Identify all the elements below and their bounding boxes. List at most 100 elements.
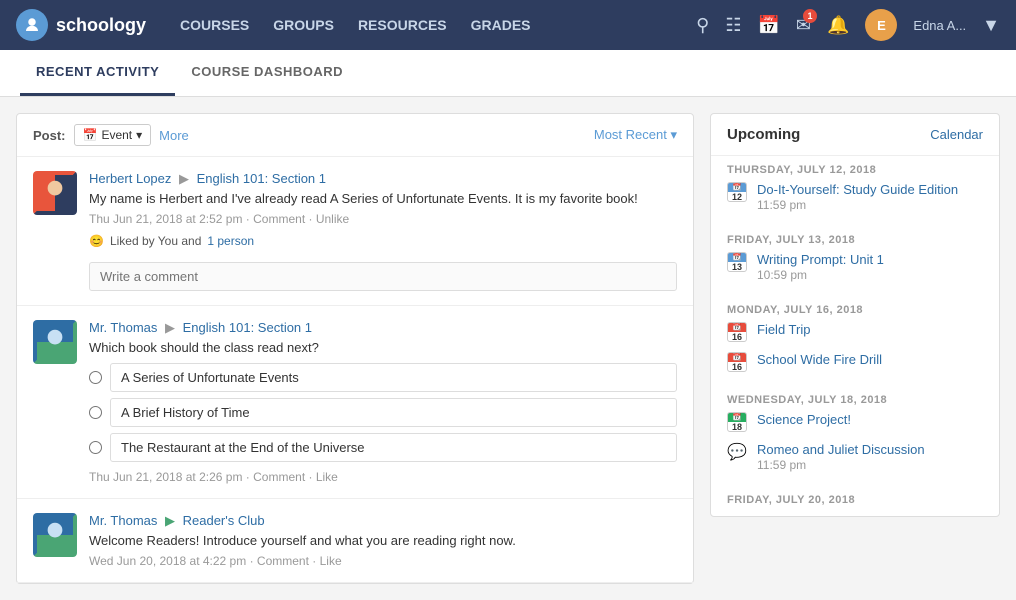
more-button[interactable]: More — [159, 128, 189, 143]
activity-top: Herbert Lopez ▶ English 101: Section 1 M… — [33, 171, 677, 291]
activity-meta: Mr. Thomas ▶ English 101: Section 1 — [89, 320, 677, 336]
poll-radio-1[interactable] — [89, 371, 102, 384]
event-name[interactable]: Do-It-Yourself: Study Guide Edition — [757, 182, 983, 197]
messages-icon[interactable]: ✉ 1 — [796, 15, 811, 36]
event-info: Field Trip — [757, 322, 983, 337]
avatar — [33, 171, 77, 215]
activity-text: Which book should the class read next? — [89, 340, 677, 355]
arrow-icon: ▶ — [165, 320, 175, 335]
date-section: FRIDAY, JULY 20, 2018 — [711, 486, 999, 516]
nav-groups[interactable]: GROUPS — [263, 11, 344, 39]
event-button[interactable]: 📅 Event ▾ — [74, 124, 152, 146]
post-controls: Post: 📅 Event ▾ More — [33, 124, 189, 146]
calendar-icon[interactable]: 📅 — [757, 15, 779, 36]
event-item: 📆 12 Do-It-Yourself: Study Guide Edition… — [727, 182, 983, 212]
arrow-icon: ▶ — [179, 171, 189, 186]
date-label: FRIDAY, JULY 13, 2018 — [727, 234, 983, 246]
poll-radio-3[interactable] — [89, 441, 102, 454]
notification-badge: 1 — [803, 9, 817, 23]
event-name[interactable]: Writing Prompt: Unit 1 — [757, 252, 983, 267]
event-name[interactable]: Field Trip — [757, 322, 983, 337]
activity-top: Mr. Thomas ▶ Reader's Club Welcome Reade… — [33, 513, 677, 568]
poll-option: The Restaurant at the End of the Univers… — [89, 433, 677, 462]
nav-grades[interactable]: GRADES — [461, 11, 541, 39]
course-link[interactable]: English 101: Section 1 — [183, 320, 312, 335]
dot-separator: · — [250, 554, 257, 568]
grid-icon[interactable]: ☷ — [725, 15, 741, 36]
user-name[interactable]: Edna A... — [913, 18, 966, 33]
notifications-icon[interactable]: 🔔 — [827, 15, 849, 36]
like-text: Liked by You and — [110, 234, 201, 248]
feed-header: Post: 📅 Event ▾ More Most Recent ▾ — [17, 114, 693, 157]
logo[interactable]: schoology — [16, 9, 146, 41]
like-link[interactable]: Like — [316, 470, 338, 484]
activity-time: Wed Jun 20, 2018 at 4:22 pm · Comment · … — [89, 554, 677, 568]
event-time: 11:59 pm — [757, 458, 983, 472]
like-emoji: 😊 — [89, 234, 104, 248]
comment-link[interactable]: Comment — [253, 470, 305, 484]
nav-resources[interactable]: RESOURCES — [348, 11, 457, 39]
feed-column: Post: 📅 Event ▾ More Most Recent ▾ — [16, 113, 694, 584]
date-section: THURSDAY, JULY 12, 2018 📆 12 Do-It-Yours… — [711, 156, 999, 226]
comment-input[interactable] — [89, 262, 677, 291]
event-info: Romeo and Juliet Discussion 11:59 pm — [757, 442, 983, 472]
event-item: 📆 16 Field Trip — [727, 322, 983, 342]
date-label: MONDAY, JULY 16, 2018 — [727, 304, 983, 316]
logo-icon — [16, 9, 48, 41]
like-link[interactable]: Like — [320, 554, 342, 568]
event-name[interactable]: Science Project! — [757, 412, 983, 427]
poll-radio-2[interactable] — [89, 406, 102, 419]
search-icon[interactable]: ⚲ — [696, 15, 709, 36]
unlike-link[interactable]: Unlike — [316, 212, 349, 226]
event-item: 📆 13 Writing Prompt: Unit 1 10:59 pm — [727, 252, 983, 282]
like-person-link[interactable]: 1 person — [207, 234, 254, 248]
calendar-small-icon: 📅 — [83, 128, 98, 142]
course-link[interactable]: English 101: Section 1 — [197, 171, 326, 186]
avatar — [33, 513, 77, 557]
date-label: THURSDAY, JULY 12, 2018 — [727, 164, 983, 176]
poll-option-label: A Series of Unfortunate Events — [110, 363, 677, 392]
poll-option: A Series of Unfortunate Events — [89, 363, 677, 392]
event-info: Science Project! — [757, 412, 983, 427]
date-label: FRIDAY, JULY 20, 2018 — [727, 494, 983, 506]
dot-separator2: · — [312, 554, 319, 568]
activity-text: Welcome Readers! Introduce yourself and … — [89, 533, 677, 548]
event-name[interactable]: School Wide Fire Drill — [757, 352, 983, 367]
discussion-bubble-icon: 💬 — [727, 442, 747, 462]
activity-meta: Mr. Thomas ▶ Reader's Club — [89, 513, 677, 529]
poll-option-label: The Restaurant at the End of the Univers… — [110, 433, 677, 462]
poll-options: A Series of Unfortunate Events A Brief H… — [89, 363, 677, 462]
like-row: 😊 Liked by You and 1 person — [89, 234, 677, 248]
calendar-link[interactable]: Calendar — [930, 127, 983, 142]
comment-link[interactable]: Comment — [253, 212, 305, 226]
right-column: Upcoming Calendar THURSDAY, JULY 12, 201… — [710, 113, 1000, 584]
calendar-event-icon: 📆 12 — [727, 182, 747, 202]
calendar-event-icon: 📆 16 — [727, 352, 747, 372]
post-label: Post: — [33, 128, 66, 143]
avatar[interactable]: E — [865, 9, 897, 41]
comment-link[interactable]: Comment — [257, 554, 309, 568]
activity-time: Thu Jun 21, 2018 at 2:26 pm · Comment · … — [89, 470, 677, 484]
activity-item: Mr. Thomas ▶ Reader's Club Welcome Reade… — [17, 499, 693, 583]
event-time: 11:59 pm — [757, 198, 983, 212]
poll-option: A Brief History of Time — [89, 398, 677, 427]
upcoming-title: Upcoming — [727, 126, 800, 143]
arrow-icon: ▶ — [165, 513, 179, 528]
author-link[interactable]: Mr. Thomas — [89, 513, 157, 528]
activity-item: Mr. Thomas ▶ English 101: Section 1 Whic… — [17, 306, 693, 499]
activity-content: Herbert Lopez ▶ English 101: Section 1 M… — [89, 171, 677, 291]
chevron-down-icon[interactable]: ▼ — [982, 15, 1000, 36]
author-link[interactable]: Herbert Lopez — [89, 171, 171, 186]
tabs-bar: RECENT ACTIVITY COURSE DASHBOARD — [0, 50, 1016, 97]
nav-courses[interactable]: COURSES — [170, 11, 259, 39]
course-link[interactable]: Reader's Club — [183, 513, 265, 528]
tab-recent-activity[interactable]: RECENT ACTIVITY — [20, 50, 175, 96]
tab-course-dashboard[interactable]: COURSE DASHBOARD — [175, 50, 359, 96]
avatar — [33, 320, 77, 364]
sort-button[interactable]: Most Recent ▾ — [594, 127, 677, 143]
event-name[interactable]: Romeo and Juliet Discussion — [757, 442, 983, 457]
activity-time: Thu Jun 21, 2018 at 2:52 pm · Comment · … — [89, 212, 677, 226]
author-link[interactable]: Mr. Thomas — [89, 320, 157, 335]
activity-content: Mr. Thomas ▶ English 101: Section 1 Whic… — [89, 320, 677, 484]
event-item: 📆 16 School Wide Fire Drill — [727, 352, 983, 372]
